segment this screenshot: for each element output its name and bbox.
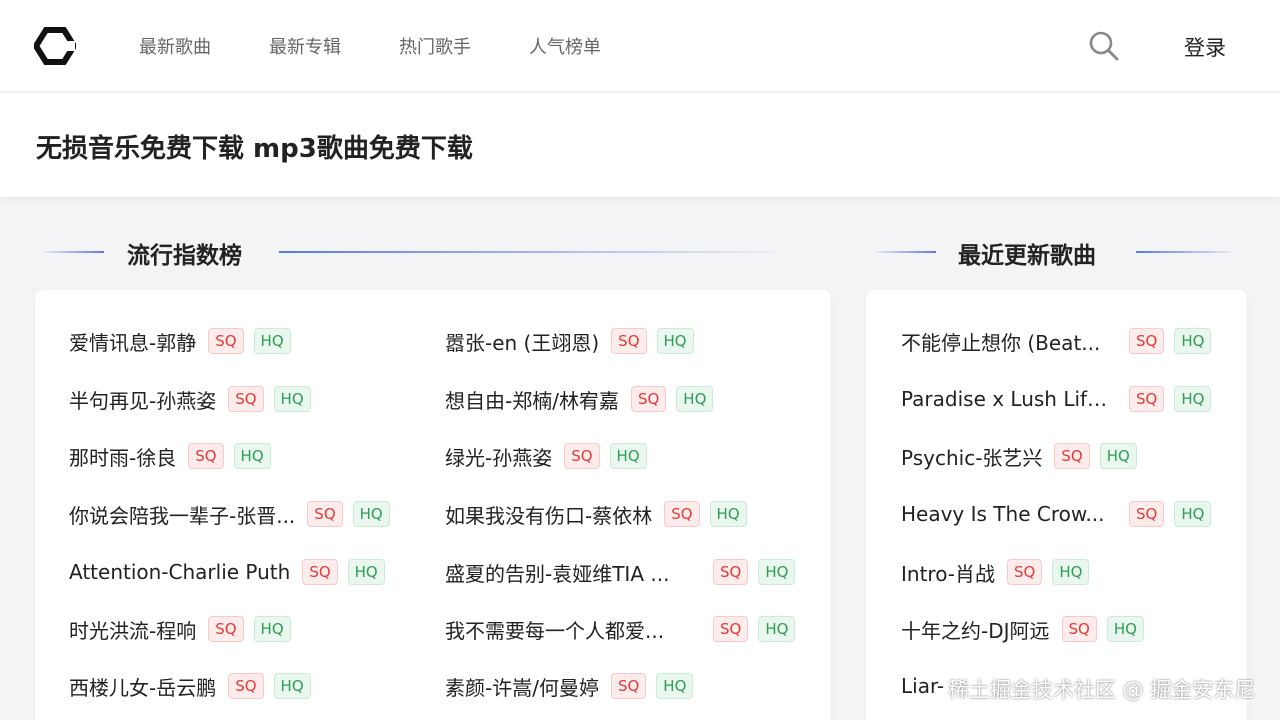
hq-badge[interactable]: HQ — [1052, 559, 1090, 585]
hq-badge[interactable]: HQ — [676, 386, 714, 412]
divider-line — [1136, 251, 1231, 253]
sq-badge[interactable]: SQ — [208, 616, 244, 642]
song-title[interactable]: 不能停止想你 (Beat... — [901, 327, 1117, 356]
login-button[interactable]: 登录 — [1184, 32, 1226, 62]
popular-chart-title: 流行指数榜 — [127, 243, 242, 269]
song-title[interactable]: Paradise x Lush Life... — [901, 387, 1117, 411]
nav-popular-charts[interactable]: 人气榜单 — [529, 33, 601, 59]
song-item[interactable]: 那时雨-徐良 SQ HQ — [69, 440, 281, 472]
hexagon-logo-icon[interactable] — [34, 27, 76, 65]
song-item[interactable]: 想自由-郑楠/林宥嘉 SQ HQ — [445, 383, 723, 415]
hq-badge[interactable]: HQ — [1099, 443, 1137, 469]
hq-badge[interactable]: HQ — [709, 501, 747, 527]
song-title[interactable]: Attention-Charlie Puth — [69, 560, 290, 584]
song-item[interactable]: Intro-肖战 SQ HQ — [901, 556, 1099, 588]
sq-badge[interactable]: SQ — [208, 328, 244, 354]
song-item[interactable]: 十年之约-DJ阿远 SQ HQ — [901, 613, 1154, 645]
song-item[interactable]: 爱情讯息-郭静 SQ HQ — [69, 325, 301, 357]
hq-badge[interactable]: HQ — [347, 559, 385, 585]
song-item[interactable]: Paradise x Lush Life... SQ HQ — [901, 383, 1221, 415]
top-navigation-bar: 最新歌曲 最新专辑 热门歌手 人气榜单 登录 — [0, 0, 1280, 92]
sq-badge[interactable]: SQ — [664, 501, 700, 527]
song-title[interactable]: 绿光-孙燕姿 — [445, 442, 552, 471]
song-item[interactable]: 你说会陪我一辈子-张晋... SQ HQ — [69, 498, 400, 530]
hq-badge[interactable]: HQ — [1174, 328, 1212, 354]
sq-badge[interactable]: SQ — [713, 559, 749, 585]
nav-latest-albums[interactable]: 最新专辑 — [269, 33, 341, 59]
song-title[interactable]: 时光洪流-程响 — [69, 615, 196, 644]
hq-badge[interactable]: HQ — [656, 328, 694, 354]
song-title[interactable]: Heavy Is The Crow... — [901, 502, 1117, 526]
song-item[interactable]: Heavy Is The Crow... SQ HQ — [901, 498, 1221, 530]
song-item[interactable]: 我不需要每一个人都爱... SQ HQ — [445, 613, 805, 645]
sq-badge[interactable]: SQ — [1007, 559, 1043, 585]
sq-badge[interactable]: SQ — [611, 328, 647, 354]
song-title[interactable]: 我不需要每一个人都爱... — [445, 615, 701, 644]
main-nav: 最新歌曲 最新专辑 热门歌手 人气榜单 — [139, 0, 659, 92]
watermark-text: 稀土掘金技术社区 @ 掘金安东尼 — [948, 678, 1256, 702]
song-item[interactable]: 不能停止想你 (Beat... SQ HQ — [901, 325, 1221, 357]
song-item[interactable]: 盛夏的告别-袁娅维TIA ... SQ HQ — [445, 556, 805, 588]
song-title[interactable]: Psychic-张艺兴 — [901, 442, 1042, 471]
recent-songs-title: 最近更新歌曲 — [958, 243, 1096, 269]
sq-badge[interactable]: SQ — [564, 443, 600, 469]
song-title[interactable]: 想自由-郑楠/林宥嘉 — [445, 385, 619, 414]
sq-badge[interactable]: SQ — [188, 443, 224, 469]
hq-badge[interactable]: HQ — [233, 443, 271, 469]
hq-badge[interactable]: HQ — [352, 501, 390, 527]
divider-line — [44, 251, 104, 253]
song-item[interactable]: Psychic-张艺兴 SQ HQ — [901, 440, 1147, 472]
hq-badge[interactable]: HQ — [758, 559, 796, 585]
sq-badge[interactable]: SQ — [302, 559, 338, 585]
song-item[interactable]: 绿光-孙燕姿 SQ HQ — [445, 440, 657, 472]
sq-badge[interactable]: SQ — [307, 501, 343, 527]
sq-badge[interactable]: SQ — [1129, 501, 1165, 527]
song-title[interactable]: Liar- — [901, 674, 944, 698]
song-title[interactable]: 十年之约-DJ阿远 — [901, 615, 1050, 644]
divider-line — [876, 251, 936, 253]
hq-badge[interactable]: HQ — [656, 673, 694, 699]
song-item[interactable]: 嚣张-en (王翊恩) SQ HQ — [445, 325, 704, 357]
hq-badge[interactable]: HQ — [1174, 501, 1212, 527]
nav-latest-songs[interactable]: 最新歌曲 — [139, 33, 211, 59]
song-title[interactable]: 盛夏的告别-袁娅维TIA ... — [445, 558, 701, 587]
song-item[interactable]: 半句再见-孙燕姿 SQ HQ — [69, 383, 321, 415]
hq-badge[interactable]: HQ — [253, 328, 291, 354]
song-title[interactable]: 西楼儿女-岳云鹏 — [69, 672, 216, 701]
hq-badge[interactable]: HQ — [1174, 386, 1212, 412]
hq-badge[interactable]: HQ — [758, 616, 796, 642]
song-item[interactable]: 素颜-许嵩/何曼婷 SQ HQ — [445, 670, 703, 702]
sq-badge[interactable]: SQ — [1129, 328, 1165, 354]
sq-badge[interactable]: SQ — [228, 673, 264, 699]
hq-badge[interactable]: HQ — [609, 443, 647, 469]
sq-badge[interactable]: SQ — [1054, 443, 1090, 469]
sq-badge[interactable]: SQ — [1061, 616, 1097, 642]
song-item[interactable]: 西楼儿女-岳云鹏 SQ HQ — [69, 670, 321, 702]
hq-badge[interactable]: HQ — [273, 673, 311, 699]
hq-badge[interactable]: HQ — [1106, 616, 1144, 642]
hq-badge[interactable]: HQ — [253, 616, 291, 642]
song-title[interactable]: 那时雨-徐良 — [69, 442, 176, 471]
sq-badge[interactable]: SQ — [610, 673, 647, 699]
sq-badge[interactable]: SQ — [630, 386, 667, 412]
song-item[interactable]: 如果我没有伤口-蔡依林 SQ HQ — [445, 498, 757, 530]
divider-line — [279, 251, 774, 253]
sq-badge[interactable]: SQ — [1129, 386, 1165, 412]
sq-badge[interactable]: SQ — [713, 616, 749, 642]
search-icon[interactable] — [1088, 30, 1120, 62]
song-title[interactable]: Intro-肖战 — [901, 558, 995, 587]
song-title[interactable]: 爱情讯息-郭静 — [69, 327, 196, 356]
song-title[interactable]: 你说会陪我一辈子-张晋... — [69, 500, 295, 529]
song-title[interactable]: 素颜-许嵩/何曼婷 — [445, 672, 599, 701]
sq-badge[interactable]: SQ — [228, 386, 264, 412]
nav-hot-singers[interactable]: 热门歌手 — [399, 33, 471, 59]
page-title: 无损音乐免费下载 mp3歌曲免费下载 — [36, 134, 473, 164]
hq-badge[interactable]: HQ — [273, 386, 311, 412]
song-item[interactable]: Attention-Charlie Puth SQ HQ — [69, 556, 395, 588]
song-title[interactable]: 嚣张-en (王翊恩) — [445, 327, 599, 356]
song-item[interactable]: 时光洪流-程响 SQ HQ — [69, 613, 301, 645]
song-title[interactable]: 半句再见-孙燕姿 — [69, 385, 216, 414]
song-title[interactable]: 如果我没有伤口-蔡依林 — [445, 500, 652, 529]
